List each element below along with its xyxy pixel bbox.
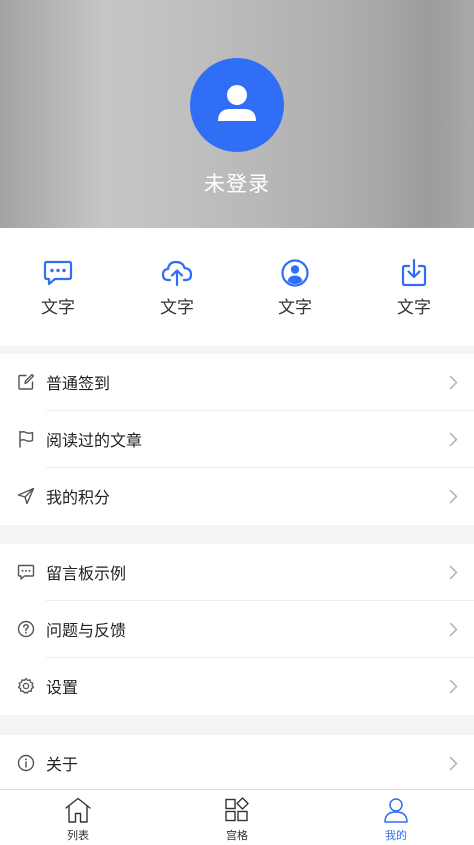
- info-icon: [17, 754, 35, 772]
- menu-item-label: 阅读过的文章: [46, 431, 143, 450]
- section-divider: [0, 525, 474, 544]
- tab-label: 宫格: [226, 829, 248, 842]
- menu-item-sign-in[interactable]: 普通签到: [0, 354, 474, 411]
- menu-item-label: 设置: [46, 678, 79, 697]
- menu-item-read-articles[interactable]: 阅读过的文章: [0, 411, 474, 468]
- chevron-right-icon: [449, 489, 458, 504]
- section-divider: [0, 346, 474, 354]
- home-icon: [65, 797, 91, 823]
- quick-action-profile[interactable]: 文字: [250, 258, 340, 318]
- grid-icon: [225, 797, 249, 822]
- section-divider: [0, 715, 474, 735]
- edit-icon: [18, 373, 35, 390]
- menu-item-label: 我的积分: [46, 488, 111, 507]
- menu-item-label: 问题与反馈: [46, 621, 127, 640]
- question-icon: [17, 620, 35, 638]
- send-icon: [17, 487, 35, 505]
- chevron-right-icon: [449, 679, 458, 694]
- chevron-right-icon: [449, 432, 458, 447]
- download-icon: [401, 258, 427, 287]
- tab-list[interactable]: 列表: [38, 796, 118, 843]
- chevron-right-icon: [449, 756, 458, 771]
- menu-item-settings[interactable]: 设置: [0, 658, 474, 715]
- bottom-tab-bar: 列表 宫格 我的: [0, 789, 474, 845]
- login-status[interactable]: 未登录: [0, 168, 474, 198]
- tab-grid[interactable]: 宫格: [197, 796, 277, 843]
- menu-item-label: 关于: [46, 755, 79, 774]
- quick-action-download[interactable]: 文字: [369, 258, 459, 318]
- chevron-right-icon: [449, 622, 458, 637]
- cloud-upload-icon: [161, 260, 193, 287]
- chevron-right-icon: [449, 375, 458, 390]
- user-icon: [218, 85, 256, 121]
- tab-mine[interactable]: 我的: [356, 796, 436, 843]
- chevron-right-icon: [449, 565, 458, 580]
- menu-item-about[interactable]: 关于: [0, 735, 474, 792]
- quick-action-label: 文字: [278, 298, 312, 318]
- quick-action-label: 文字: [41, 298, 75, 318]
- menu-item-label: 留言板示例: [46, 564, 127, 583]
- avatar[interactable]: [190, 58, 284, 152]
- quick-action-label: 文字: [397, 298, 431, 318]
- quick-action-label: 文字: [160, 298, 194, 318]
- quick-action-upload[interactable]: 文字: [132, 258, 222, 318]
- settings-icon: [17, 677, 35, 694]
- user-circle-icon: [281, 259, 309, 287]
- quick-action-message[interactable]: 文字: [13, 258, 103, 318]
- person-icon: [384, 798, 408, 823]
- menu-item-points[interactable]: 我的积分: [0, 468, 474, 525]
- menu-item-feedback[interactable]: 问题与反馈: [0, 601, 474, 658]
- quick-actions: 文字 文字 文字 文字: [0, 228, 474, 346]
- flag-icon: [19, 430, 34, 448]
- tab-label: 我的: [385, 829, 407, 842]
- profile-header: 未登录: [0, 0, 474, 228]
- tab-label: 列表: [67, 829, 89, 842]
- message-icon: [43, 260, 73, 286]
- menu-item-guestbook[interactable]: 留言板示例: [0, 544, 474, 601]
- menu-item-label: 普通签到: [46, 374, 111, 393]
- comment-icon: [17, 564, 35, 580]
